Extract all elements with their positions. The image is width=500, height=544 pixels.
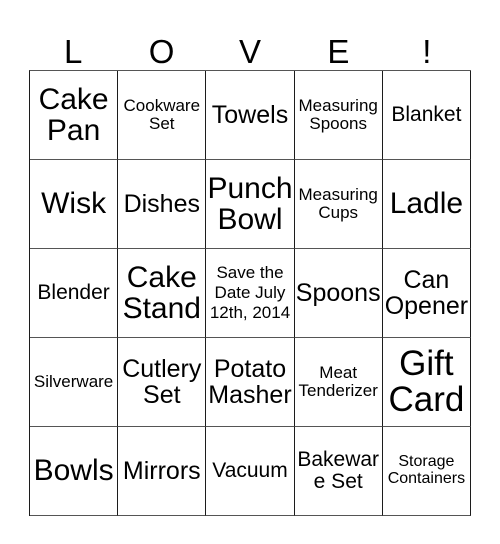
bingo-cell-label: Blender [37, 281, 110, 305]
bingo-cell[interactable]: Can Opener [382, 249, 471, 338]
bingo-cell-label: Mirrors [122, 457, 201, 485]
bingo-cell[interactable]: Punch Bowl [206, 160, 295, 249]
bingo-cell[interactable]: Dishes [118, 160, 207, 249]
bingo-cell-label: Punch Bowl [207, 171, 293, 236]
bingo-cell-label: Dishes [123, 190, 200, 218]
header-letter-3: V [239, 33, 262, 70]
bingo-cell-label: Cake Stand [122, 260, 201, 325]
bingo-cell[interactable]: Mirrors [118, 427, 207, 516]
bingo-cell-label: Bakeware Set [297, 448, 380, 493]
bingo-cell[interactable]: Measuring Cups [294, 160, 383, 249]
bingo-cell-label: Wisk [41, 187, 107, 221]
bingo-cell-label: Cake Pan [38, 82, 109, 147]
bingo-cell[interactable]: Meat Tenderizer [294, 338, 383, 427]
bingo-cell-label: Gift Card [388, 343, 465, 419]
header-letter-1: L [64, 33, 83, 70]
bingo-cell[interactable]: Storage Containers [382, 427, 471, 516]
bingo-cell[interactable]: Bakeware Set [294, 427, 383, 516]
bingo-header-row: L O V E ! [29, 20, 471, 70]
header-letter-5: ! [422, 33, 432, 70]
bingo-cell[interactable]: Ladle [382, 160, 471, 249]
bingo-cell[interactable]: Towels [206, 71, 295, 160]
bingo-cell-label: Potato Masher [208, 355, 292, 409]
bingo-cell[interactable]: Potato Masher [206, 338, 295, 427]
bingo-cell[interactable]: Cutlery Set [118, 338, 207, 427]
bingo-cell-label: Can Opener [384, 266, 469, 320]
bingo-cell-label: Save the Date July 12th, 2014 [209, 262, 291, 323]
bingo-cell[interactable]: Blender [30, 249, 119, 338]
bingo-cell-label: Storage Containers [387, 453, 466, 487]
bingo-cell[interactable]: Measuring Spoons [294, 71, 383, 160]
bingo-cell-label: Silverware [33, 372, 114, 392]
bingo-cell[interactable]: Silverware [30, 338, 119, 427]
bingo-cell[interactable]: Wisk [30, 160, 119, 249]
bingo-cell[interactable]: Blanket [382, 71, 471, 160]
bingo-cell-label: Ladle [389, 187, 464, 221]
bingo-cell-label: Spoons [295, 279, 381, 307]
bingo-cell-label: Cutlery Set [122, 355, 202, 409]
bingo-cell[interactable]: Bowls [30, 427, 119, 516]
header-letter-4: E [327, 33, 350, 70]
bingo-cell-label: Cookware Set [123, 96, 201, 133]
bingo-cell[interactable]: Cookware Set [118, 71, 207, 160]
bingo-cell-label: Measuring Cups [298, 185, 378, 222]
bingo-cell[interactable]: Cake Stand [118, 249, 207, 338]
bingo-cell[interactable]: Vacuum [206, 427, 295, 516]
bingo-cell-label: Vacuum [212, 459, 288, 483]
bingo-cell-label: Meat Tenderizer [298, 363, 378, 400]
bingo-cell-label: Measuring Spoons [298, 96, 378, 133]
bingo-cell[interactable]: Save the Date July 12th, 2014 [206, 249, 295, 338]
bingo-cell-label: Towels [211, 101, 289, 129]
bingo-cell[interactable]: Gift Card [382, 338, 471, 427]
bingo-grid: Cake Pan Cookware Set Towels Measuring Spoo… [29, 70, 471, 516]
bingo-cell[interactable]: Spoons [294, 249, 383, 338]
bingo-cell[interactable]: Cake Pan [30, 71, 119, 160]
bingo-card: L O V E ! Cake Pan Cookware Set Towels Meas… [0, 0, 500, 544]
bingo-cell-label: Bowls [33, 454, 114, 488]
bingo-cell-label: Blanket [391, 103, 462, 127]
header-letter-2: O [148, 33, 175, 70]
